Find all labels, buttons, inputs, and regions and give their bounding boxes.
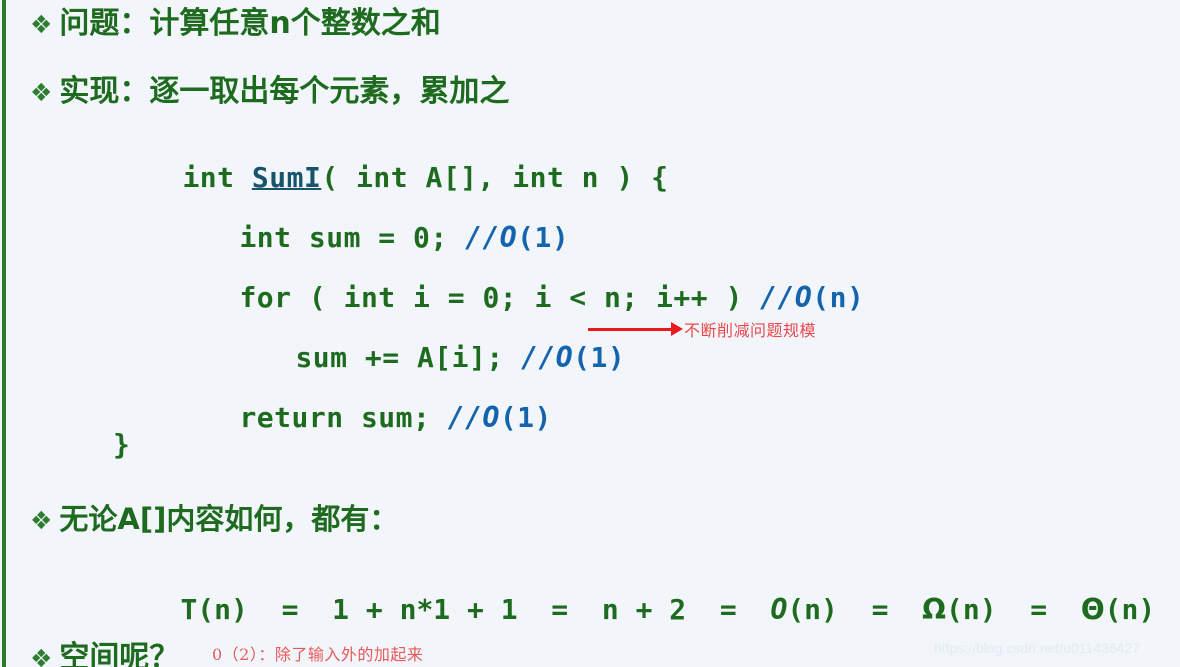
code-comment-italic: //O (760, 281, 813, 314)
code-comment-italic: //O (447, 401, 500, 434)
equation-omega-arg: (n) = (945, 593, 1081, 626)
slide-canvas: ❖ 问题：计算任意n个整数之和 ❖ 实现：逐一取出每个元素，累加之 int Su… (0, 0, 1180, 667)
equation-theta-symbol: Θ (1080, 593, 1105, 626)
arrow-shaft-icon (588, 327, 672, 331)
code-comment-arg: (1) (573, 341, 626, 374)
heading-regardless-row: ❖ 无论A[]内容如何，都有： (30, 496, 398, 538)
heading-space-label: 空间呢？ (59, 640, 180, 667)
equation-theta-arg: (n) (1104, 593, 1156, 626)
annotation-arrow-group: 不断削减问题规模 (588, 317, 816, 341)
code-line-closing-brace: } (113, 428, 131, 461)
watermark-text: https://blog.csdn.net/u011436427 (934, 640, 1141, 656)
equation-big-o-arg: (n) = (787, 593, 923, 626)
code-line-return: return sum; //O(1) (170, 368, 552, 467)
heading-space-row: ❖ 空间呢？ (30, 632, 179, 667)
heading-implementation-row: ❖ 实现：逐一取出每个元素，累加之 (30, 66, 509, 110)
bullet-diamond-icon: ❖ (30, 644, 53, 667)
bullet-diamond-icon: ❖ (30, 78, 53, 107)
code-statement: return sum; (239, 401, 448, 434)
equation-big-o-symbol: O (770, 593, 788, 626)
heading-implementation-label: 实现：逐一取出每个元素，累加之 (59, 74, 510, 109)
annotation-space-note: 0（2）：除了输入外的加起来 (212, 645, 424, 664)
arrow-head-icon (671, 322, 683, 336)
code-comment-arg: (n) (812, 281, 865, 314)
code-comment-arg: (1) (499, 401, 552, 434)
annotation-arrow-label: 不断削减问题规模 (684, 321, 817, 340)
heading-regardless-label: 无论A[]内容如何，都有： (59, 502, 399, 536)
equation-arithmetic-part: T(n) = 1 + n*1 + 1 = n + 2 = (180, 593, 771, 626)
heading-problem-row: ❖ 问题：计算任意n个整数之和 (30, 0, 441, 42)
equation-omega-symbol: Ω (922, 593, 946, 626)
bullet-diamond-icon: ❖ (30, 506, 53, 535)
left-accent-bar (2, 0, 6, 667)
bullet-diamond-icon: ❖ (30, 10, 53, 39)
heading-problem-label: 问题：计算任意n个整数之和 (59, 6, 441, 41)
